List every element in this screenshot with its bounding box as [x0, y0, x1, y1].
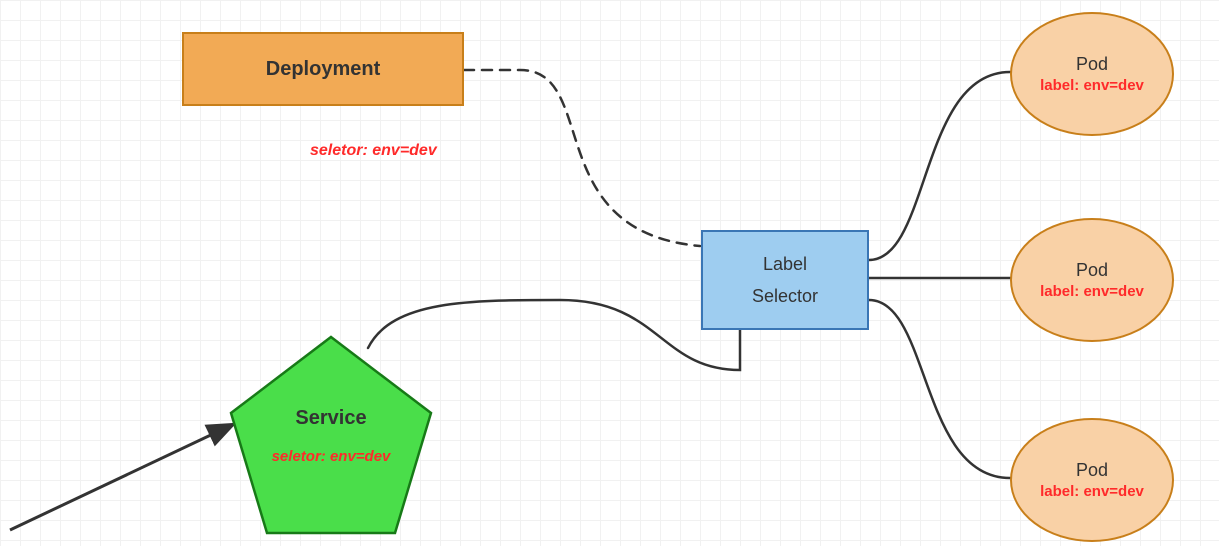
pod-node-3: Pod label: env=dev [1010, 418, 1174, 542]
edge-deployment-to-selector [464, 70, 700, 246]
deployment-node: Deployment [182, 32, 464, 106]
service-selector-annotation: seletor: env=dev [227, 448, 435, 465]
service-labels: Service seletor: env=dev [227, 407, 435, 465]
pod-node-2: Pod label: env=dev [1010, 218, 1174, 342]
service-node: Service seletor: env=dev [227, 335, 435, 535]
pod-node-1: Pod label: env=dev [1010, 12, 1174, 136]
pod-title: Pod [1076, 260, 1108, 281]
deployment-selector-annotation: seletor: env=dev [310, 142, 437, 160]
service-label: Service [227, 407, 435, 430]
edge-selector-to-pod3 [869, 300, 1010, 478]
edge-ingress-to-service [10, 424, 234, 530]
pod-label: label: env=dev [1040, 483, 1144, 500]
pod-title: Pod [1076, 460, 1108, 481]
label-selector-line2: Selector [752, 280, 818, 312]
deployment-label: Deployment [266, 58, 380, 81]
pod-label: label: env=dev [1040, 283, 1144, 300]
edge-selector-to-pod1 [869, 72, 1010, 260]
diagram-stage: Deployment seletor: env=dev Label Select… [0, 0, 1219, 546]
pod-title: Pod [1076, 54, 1108, 75]
label-selector-node: Label Selector [701, 230, 869, 330]
label-selector-line1: Label [763, 248, 807, 280]
pod-label: label: env=dev [1040, 77, 1144, 94]
